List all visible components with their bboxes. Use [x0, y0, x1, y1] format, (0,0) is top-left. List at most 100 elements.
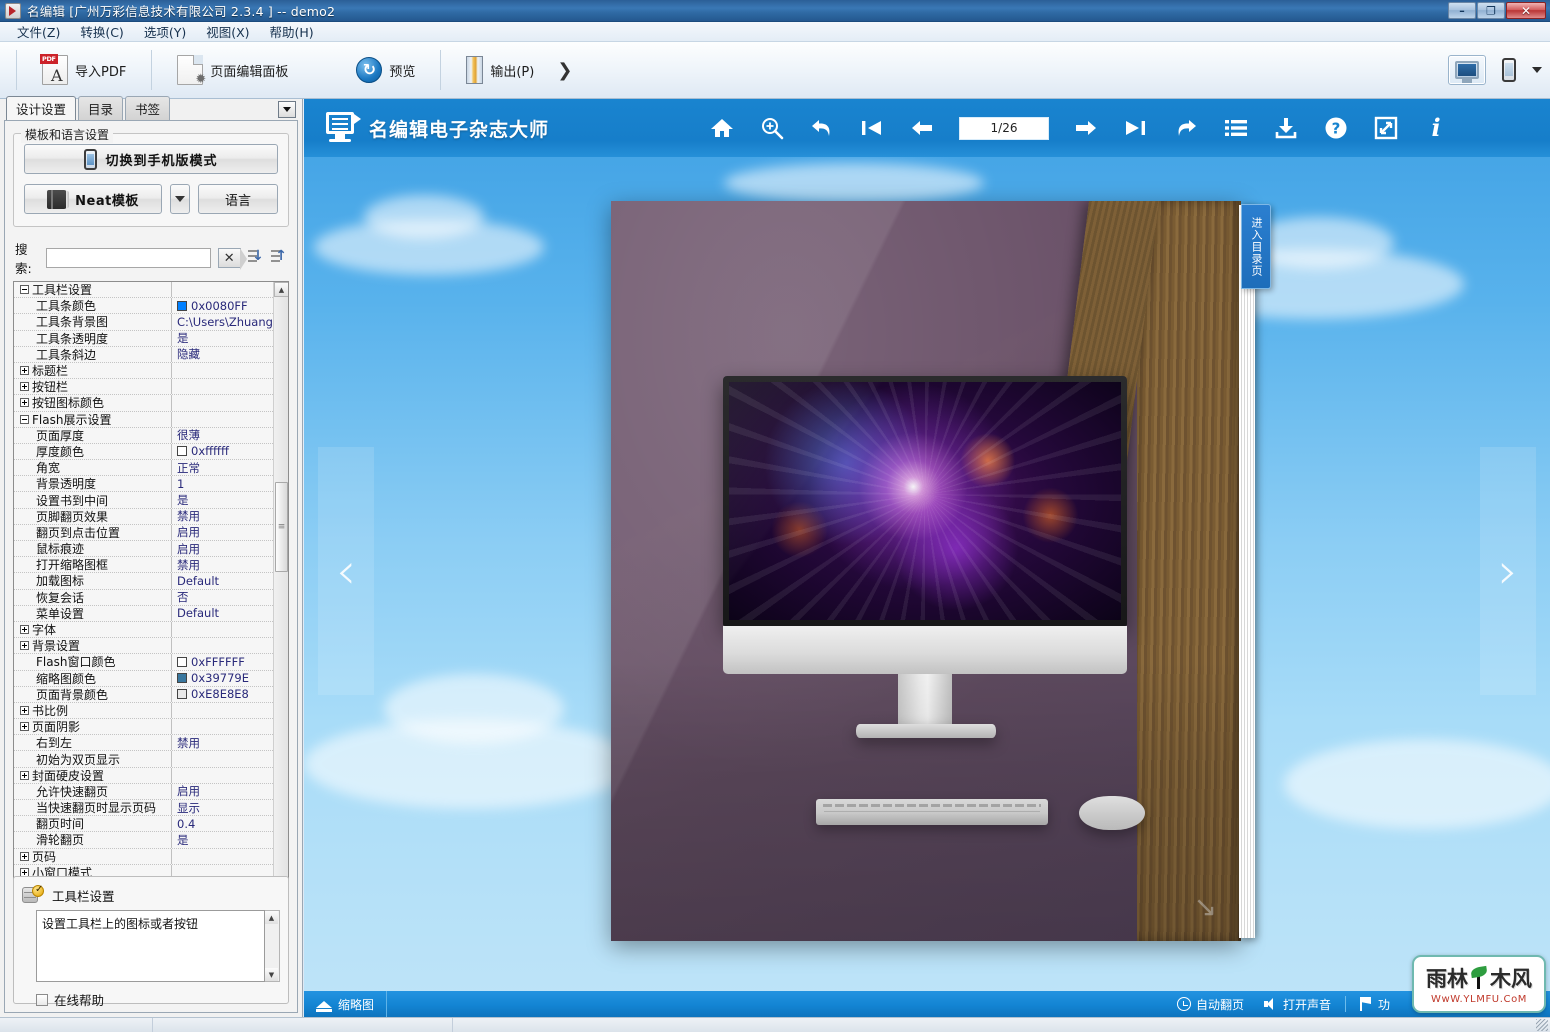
property-value[interactable]: 启用: [172, 541, 273, 557]
property-row[interactable]: 背景透明度 1: [14, 476, 273, 493]
sound-button[interactable]: 打开声音: [1254, 996, 1341, 1013]
menu-file[interactable]: 文件(Z): [8, 20, 69, 43]
property-row[interactable]: 页码: [14, 848, 273, 865]
maximize-button[interactable]: ❐: [1477, 2, 1505, 19]
property-row[interactable]: 翻页时间 0.4: [14, 816, 273, 833]
more-commands-chevron-icon[interactable]: ❯: [557, 60, 572, 81]
tab-design-settings[interactable]: 设计设置: [6, 96, 77, 121]
property-value[interactable]: 0x39779E: [172, 671, 273, 685]
property-value[interactable]: 正常: [172, 460, 273, 476]
property-value[interactable]: 0xE8E8E8: [172, 687, 273, 701]
collapse-icon[interactable]: [20, 414, 29, 424]
property-row[interactable]: 允许快速翻页 启用: [14, 783, 273, 800]
property-value[interactable]: 隐藏: [172, 346, 273, 362]
property-row[interactable]: 书比例: [14, 702, 273, 720]
search-input[interactable]: [45, 248, 211, 268]
menu-help[interactable]: 帮助(H): [261, 20, 323, 43]
property-value[interactable]: 禁用: [172, 508, 273, 524]
last-page-icon[interactable]: [1123, 115, 1149, 141]
expand-icon[interactable]: [20, 382, 29, 392]
property-value[interactable]: 是: [172, 492, 273, 508]
property-value[interactable]: 禁用: [172, 557, 273, 573]
property-row[interactable]: 页脚翻页效果 禁用: [14, 508, 273, 525]
property-row[interactable]: 按钮图标颜色: [14, 395, 273, 412]
property-row[interactable]: 打开缩略图框 禁用: [14, 557, 273, 574]
page-edit-panel-button[interactable]: 页面编辑面板: [162, 48, 303, 92]
property-value[interactable]: 0.4: [172, 817, 273, 831]
book-page[interactable]: ↘: [611, 201, 1241, 941]
property-row[interactable]: 工具条背景图 C:\Users\Zhuang\App...: [14, 314, 273, 331]
property-row[interactable]: 工具条颜色 0x0080FF: [14, 298, 273, 315]
expand-icon[interactable]: [20, 722, 29, 732]
property-row[interactable]: 工具栏设置: [14, 282, 273, 299]
property-row[interactable]: 右到左 禁用: [14, 735, 273, 752]
property-value[interactable]: 0xffffff: [172, 444, 273, 458]
fullscreen-icon[interactable]: [1373, 115, 1399, 141]
menu-convert[interactable]: 转换(C): [71, 20, 132, 43]
language-button[interactable]: 语言: [198, 184, 278, 214]
page-indicator-input[interactable]: 1/26: [959, 116, 1050, 140]
property-row[interactable]: 加载图标 Default: [14, 573, 273, 590]
property-row[interactable]: 页面厚度 很薄: [14, 427, 273, 444]
property-row[interactable]: 工具条斜边 隐藏: [14, 346, 273, 363]
property-row[interactable]: 角宽 正常: [14, 460, 273, 477]
output-button[interactable]: 输出(P): [451, 49, 549, 91]
help-icon[interactable]: ?: [1323, 115, 1349, 141]
property-row[interactable]: 厚度颜色 0xffffff: [14, 443, 273, 461]
clear-search-button[interactable]: ✕: [217, 248, 247, 270]
flag-button[interactable]: 功: [1350, 996, 1400, 1013]
first-page-icon[interactable]: [859, 115, 885, 141]
property-value[interactable]: Default: [172, 574, 273, 588]
info-icon[interactable]: i: [1423, 115, 1449, 141]
menu-view[interactable]: 视图(X): [197, 20, 258, 43]
property-value[interactable]: 启用: [172, 783, 273, 799]
sort-ascending-icon[interactable]: ↑: [270, 248, 287, 268]
preview-button[interactable]: 预览: [341, 50, 430, 90]
property-row[interactable]: Flash展示设置: [14, 411, 273, 428]
import-pdf-button[interactable]: 导入PDF: [27, 48, 141, 92]
desktop-mode-button[interactable]: [1448, 55, 1486, 85]
property-row[interactable]: 页面背景颜色 0xE8E8E8: [14, 686, 273, 703]
online-help-row[interactable]: 在线帮助: [36, 990, 280, 1009]
auto-flip-button[interactable]: 自动翻页: [1167, 996, 1254, 1013]
goto-contents-tab[interactable]: 进入目录页: [1241, 204, 1271, 289]
expand-icon[interactable]: [20, 366, 29, 376]
switch-to-mobile-button[interactable]: 切换到手机版模式: [24, 144, 278, 174]
next-page-arrow[interactable]: ›: [1480, 447, 1536, 695]
help-scrollbar[interactable]: ▲ ▼: [265, 910, 280, 982]
property-value[interactable]: 禁用: [172, 735, 273, 751]
property-row[interactable]: 滑轮翻页 是: [14, 832, 273, 849]
property-value[interactable]: 1: [172, 477, 273, 491]
zoom-in-icon[interactable]: [759, 115, 785, 141]
home-icon[interactable]: [709, 115, 735, 141]
expand-icon[interactable]: [20, 851, 29, 861]
scrollbar-thumb[interactable]: [275, 482, 288, 572]
undo-icon[interactable]: [809, 115, 835, 141]
property-row[interactable]: Flash窗口颜色 0xFFFFFF: [14, 654, 273, 671]
close-button[interactable]: ✕: [1506, 2, 1546, 19]
tab-contents[interactable]: 目录: [78, 96, 124, 121]
menu-options[interactable]: 选项(Y): [135, 20, 195, 43]
panel-dropdown-button[interactable]: [278, 101, 296, 118]
redo-icon[interactable]: [1173, 115, 1199, 141]
mobile-mode-button[interactable]: [1490, 55, 1528, 85]
property-row[interactable]: 封面硬皮设置: [14, 767, 273, 784]
property-value[interactable]: 很薄: [172, 427, 273, 443]
property-value[interactable]: 0xFFFFFF: [172, 655, 273, 669]
property-value[interactable]: 是: [172, 330, 273, 346]
template-button[interactable]: Neat模板: [24, 184, 162, 214]
property-row[interactable]: 恢复会话 否: [14, 589, 273, 606]
property-row[interactable]: 当快速翻页时显示页码 显示: [14, 800, 273, 817]
scroll-up-button[interactable]: ▲: [265, 911, 278, 924]
minimize-button[interactable]: –: [1448, 2, 1476, 19]
property-row[interactable]: 背景设置: [14, 638, 273, 655]
property-row[interactable]: 页面阴影: [14, 719, 273, 736]
property-value[interactable]: 0x0080FF: [172, 299, 273, 313]
expand-icon[interactable]: [20, 641, 29, 651]
expand-icon[interactable]: [20, 770, 29, 780]
table-of-contents-icon[interactable]: [1223, 115, 1249, 141]
property-value[interactable]: Default: [172, 606, 273, 620]
template-dropdown-button[interactable]: [170, 184, 190, 214]
property-row[interactable]: 设置书到中间 是: [14, 492, 273, 509]
page-corner-arrow-icon[interactable]: ↘: [1194, 890, 1217, 923]
